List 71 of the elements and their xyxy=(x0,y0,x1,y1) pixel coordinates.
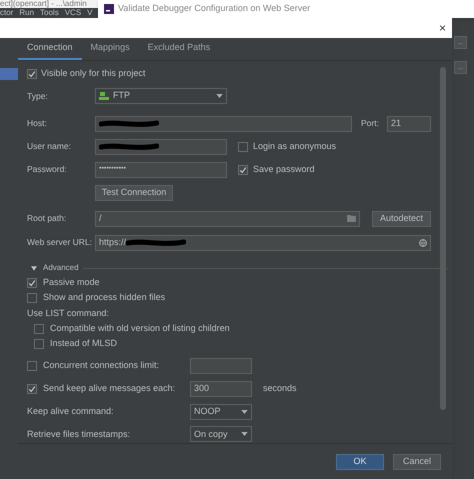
caret-icon xyxy=(241,410,248,414)
web-server-url-field[interactable]: https:// xyxy=(95,234,431,251)
scrollbar[interactable] xyxy=(440,67,446,410)
menu-item[interactable]: V xyxy=(87,9,93,17)
field-label: Password: xyxy=(27,163,68,176)
triangle-icon xyxy=(31,266,37,271)
checkbox[interactable] xyxy=(34,324,44,334)
field-label: Port: xyxy=(361,117,380,130)
window-title: Validate Debugger Configuration on Web Server xyxy=(118,2,310,16)
number-field[interactable]: 300 xyxy=(190,380,252,397)
checkbox-label: Passive mode xyxy=(43,276,100,290)
checkbox[interactable] xyxy=(238,164,248,175)
field-label: User name: xyxy=(27,140,72,154)
field-label: Type: xyxy=(27,90,49,102)
field-value: 21 xyxy=(391,117,402,130)
tab[interactable]: Connection xyxy=(18,38,82,60)
tab[interactable]: Excluded Paths xyxy=(138,38,220,60)
ok-button[interactable]: OK xyxy=(336,454,384,470)
menu-item[interactable]: Tools xyxy=(40,9,59,17)
dropdown[interactable]: NOOP xyxy=(190,404,252,420)
port-field[interactable]: 21 xyxy=(387,116,431,132)
checkbox[interactable] xyxy=(27,68,37,79)
close-button[interactable]: × xyxy=(438,22,446,34)
host-field[interactable] xyxy=(95,116,352,132)
unit-label: seconds xyxy=(263,382,297,395)
checkbox-label: Concurrent connections limit: xyxy=(43,358,160,372)
caret-icon xyxy=(241,432,248,436)
window-title: ect](opencart] - ...\admin xyxy=(0,0,87,8)
checkbox-label: Instead of MLSD xyxy=(50,336,118,350)
cancel-button[interactable]: Cancel xyxy=(393,454,441,470)
checkbox-label: Save password xyxy=(253,162,315,176)
field-label: Web server URL: xyxy=(27,236,94,249)
caret-icon xyxy=(216,94,223,98)
field-value: https:// xyxy=(99,236,126,249)
checkbox[interactable] xyxy=(27,384,37,394)
dropdown-value: FTP xyxy=(113,89,131,102)
field-value: 300 xyxy=(194,382,210,395)
dropdown-value: On copy xyxy=(194,428,229,441)
autodetect-button[interactable]: Autodetect xyxy=(372,210,431,227)
field-label: Retrieve files timestamps: xyxy=(27,428,132,441)
field-value: / xyxy=(99,212,103,225)
root-path-field[interactable]: / xyxy=(95,210,360,227)
checkbox-label: Visible only for this project xyxy=(41,67,146,80)
menu-item[interactable]: ctor xyxy=(0,9,14,17)
network-icon xyxy=(99,90,109,101)
checkbox-label: Send keep alive messages each: xyxy=(43,382,176,395)
field-label: Keep alive command: xyxy=(27,404,115,418)
globe-icon xyxy=(419,238,427,247)
dropdown-value: NOOP xyxy=(194,404,222,418)
menu-item[interactable]: VCS xyxy=(64,9,82,17)
checkbox[interactable] xyxy=(238,142,248,152)
checkbox-label: Login as anonymous xyxy=(253,140,336,154)
checkbox[interactable] xyxy=(34,338,44,349)
number-field[interactable] xyxy=(190,358,252,374)
dropdown[interactable]: On copy xyxy=(190,426,252,442)
folder-icon xyxy=(347,215,356,222)
section-label: Use LIST command: xyxy=(27,306,109,320)
checkbox[interactable] xyxy=(27,360,37,371)
section-toggle[interactable]: Advanced xyxy=(31,262,79,274)
checkbox-label: Show and process hidden files xyxy=(43,291,166,304)
tab[interactable]: Mappings xyxy=(82,38,139,60)
app-icon xyxy=(104,4,114,14)
type-dropdown[interactable]: FTP xyxy=(95,88,227,104)
menu-item[interactable]: Run xyxy=(19,9,34,17)
checkbox[interactable] xyxy=(27,292,37,303)
field-label: Root path: xyxy=(27,212,68,225)
checkbox[interactable] xyxy=(27,278,37,288)
checkbox-label: Compatible with old version of listing children xyxy=(50,322,230,336)
field-label: Host: xyxy=(27,117,48,130)
test-connection-button[interactable]: Test Connection xyxy=(95,184,173,201)
user-name-field[interactable] xyxy=(95,138,227,155)
